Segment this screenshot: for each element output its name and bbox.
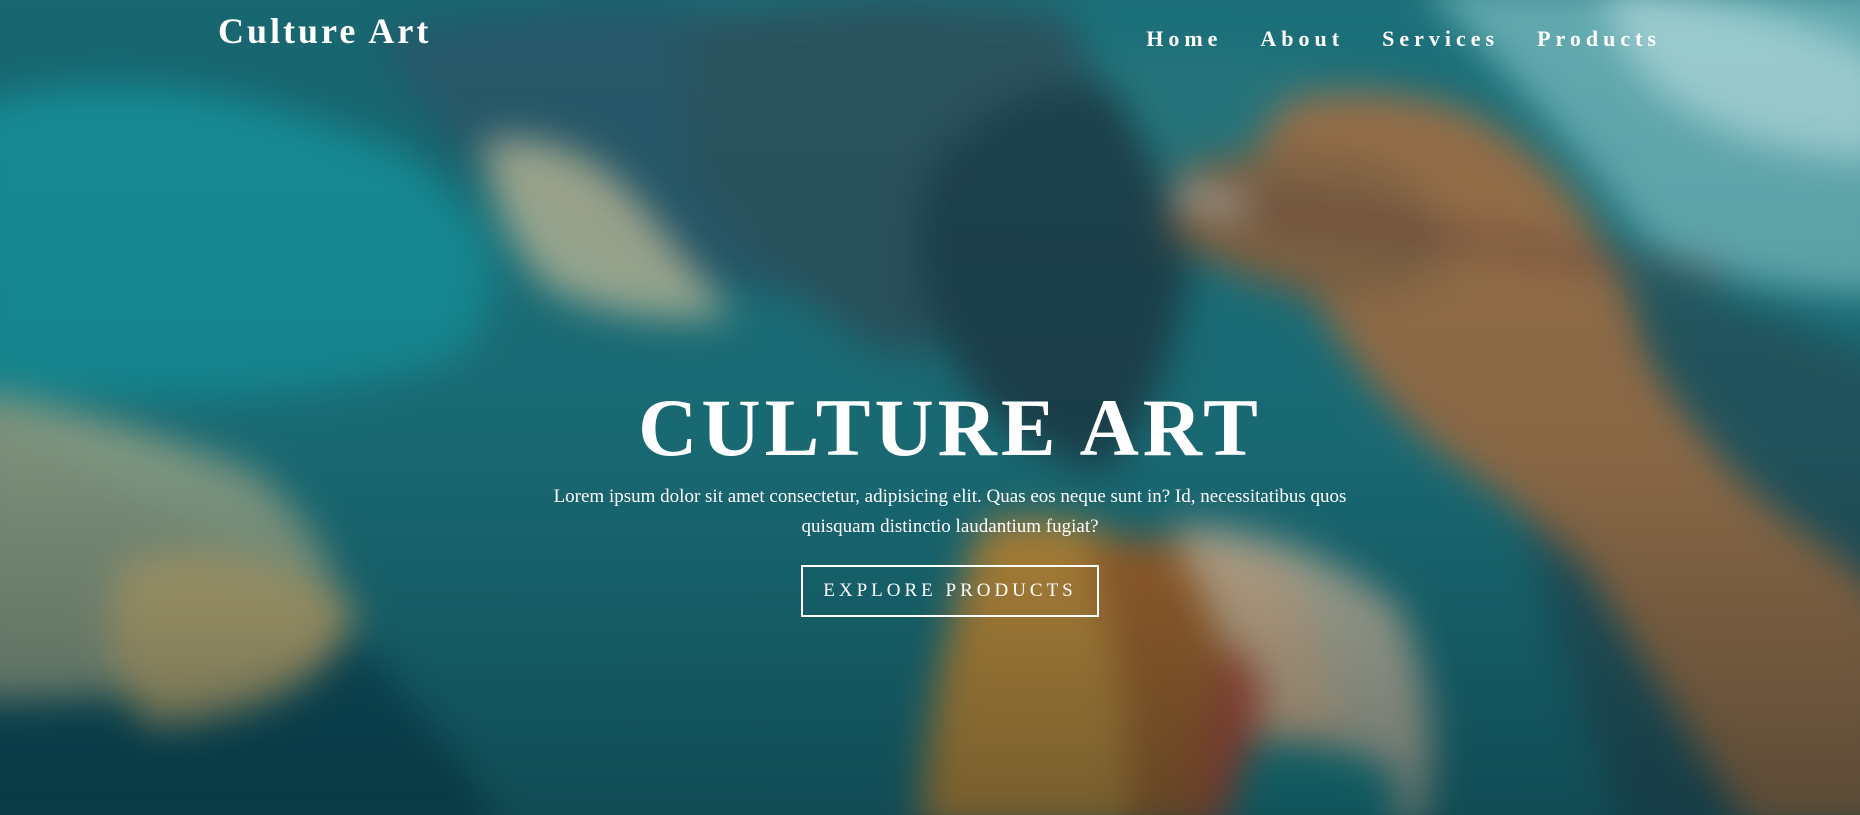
hero-description: Lorem ipsum dolor sit amet consectetur, … [553, 486, 1347, 537]
navbar: Culture Art Home About Services Products [0, 0, 1860, 80]
explore-products-button[interactable]: EXPLORE PRODUCTS [801, 565, 1099, 617]
nav-links: Home About Services Products [1108, 26, 1661, 52]
nav-home-link[interactable]: Home [1146, 26, 1222, 52]
hero-title: CULTURE ART [638, 382, 1262, 473]
hero-section: Culture Art Home About Services Products… [0, 0, 1860, 815]
nav-services-link[interactable]: Services [1382, 26, 1499, 52]
brand-logo-link[interactable]: Culture Art [218, 10, 431, 52]
nav-products-link[interactable]: Products [1537, 26, 1661, 52]
nav-about-link[interactable]: About [1260, 26, 1344, 52]
hero-content: CULTURE ART Lorem ipsum dolor sit amet c… [530, 378, 1370, 617]
